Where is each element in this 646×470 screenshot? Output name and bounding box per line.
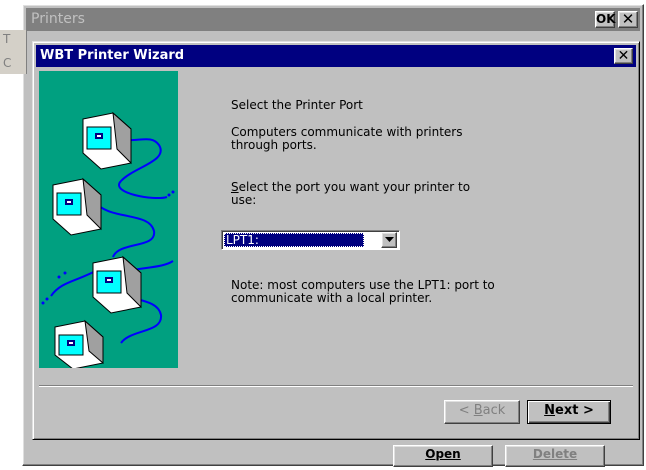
strip-letter-t: T xyxy=(3,32,11,46)
printers-window-title: Printers xyxy=(31,11,85,27)
back-button[interactable]: < Back xyxy=(444,400,520,424)
network-computers-icon xyxy=(41,111,175,370)
printers-open-button[interactable]: Open xyxy=(393,445,493,467)
select-port-access-key: S xyxy=(231,180,239,194)
dropdown-arrow-button[interactable] xyxy=(381,232,397,248)
next-access-key: N xyxy=(544,403,556,418)
background-strip: T C xyxy=(0,30,27,74)
ports-description: Computers communicate with printers thro… xyxy=(231,125,463,152)
printer-wizard-dialog: WBT Printer Wizard ✕ Select the Printer … xyxy=(32,41,640,440)
printers-delete-button[interactable]: Delete xyxy=(505,445,605,467)
back-button-prefix: < xyxy=(458,403,474,418)
wizard-titlebar[interactable]: WBT Printer Wizard ✕ xyxy=(36,45,636,67)
printers-titlebar: Printers OK ✕ xyxy=(26,8,640,31)
next-button-label: ext > xyxy=(555,403,594,418)
back-access-key: B xyxy=(473,403,483,418)
select-port-label-text: elect the port you want your printer to … xyxy=(231,180,471,207)
wizard-close-button[interactable]: ✕ xyxy=(614,48,633,64)
select-port-label: Select the port you want your printer to… xyxy=(231,181,491,207)
delete-button-label: Delete xyxy=(532,447,578,461)
port-selected-value: LPT1: xyxy=(224,233,364,247)
button-separator xyxy=(39,385,633,387)
open-button-label: Open xyxy=(425,447,461,461)
chevron-down-icon xyxy=(385,237,394,242)
lpt1-note: Note: most computers use the LPT1: port … xyxy=(231,278,495,305)
next-button[interactable]: Next > xyxy=(527,400,611,424)
printers-close-button[interactable]: ✕ xyxy=(618,11,638,28)
back-button-label: ack xyxy=(482,403,506,418)
wizard-title: WBT Printer Wizard xyxy=(40,48,185,63)
printer-network-illustration xyxy=(39,71,178,370)
strip-letter-c: C xyxy=(3,56,12,70)
port-dropdown[interactable]: LPT1: xyxy=(221,230,400,250)
wizard-heading: Select the Printer Port xyxy=(231,98,363,112)
printers-ok-button[interactable]: OK xyxy=(595,11,616,28)
